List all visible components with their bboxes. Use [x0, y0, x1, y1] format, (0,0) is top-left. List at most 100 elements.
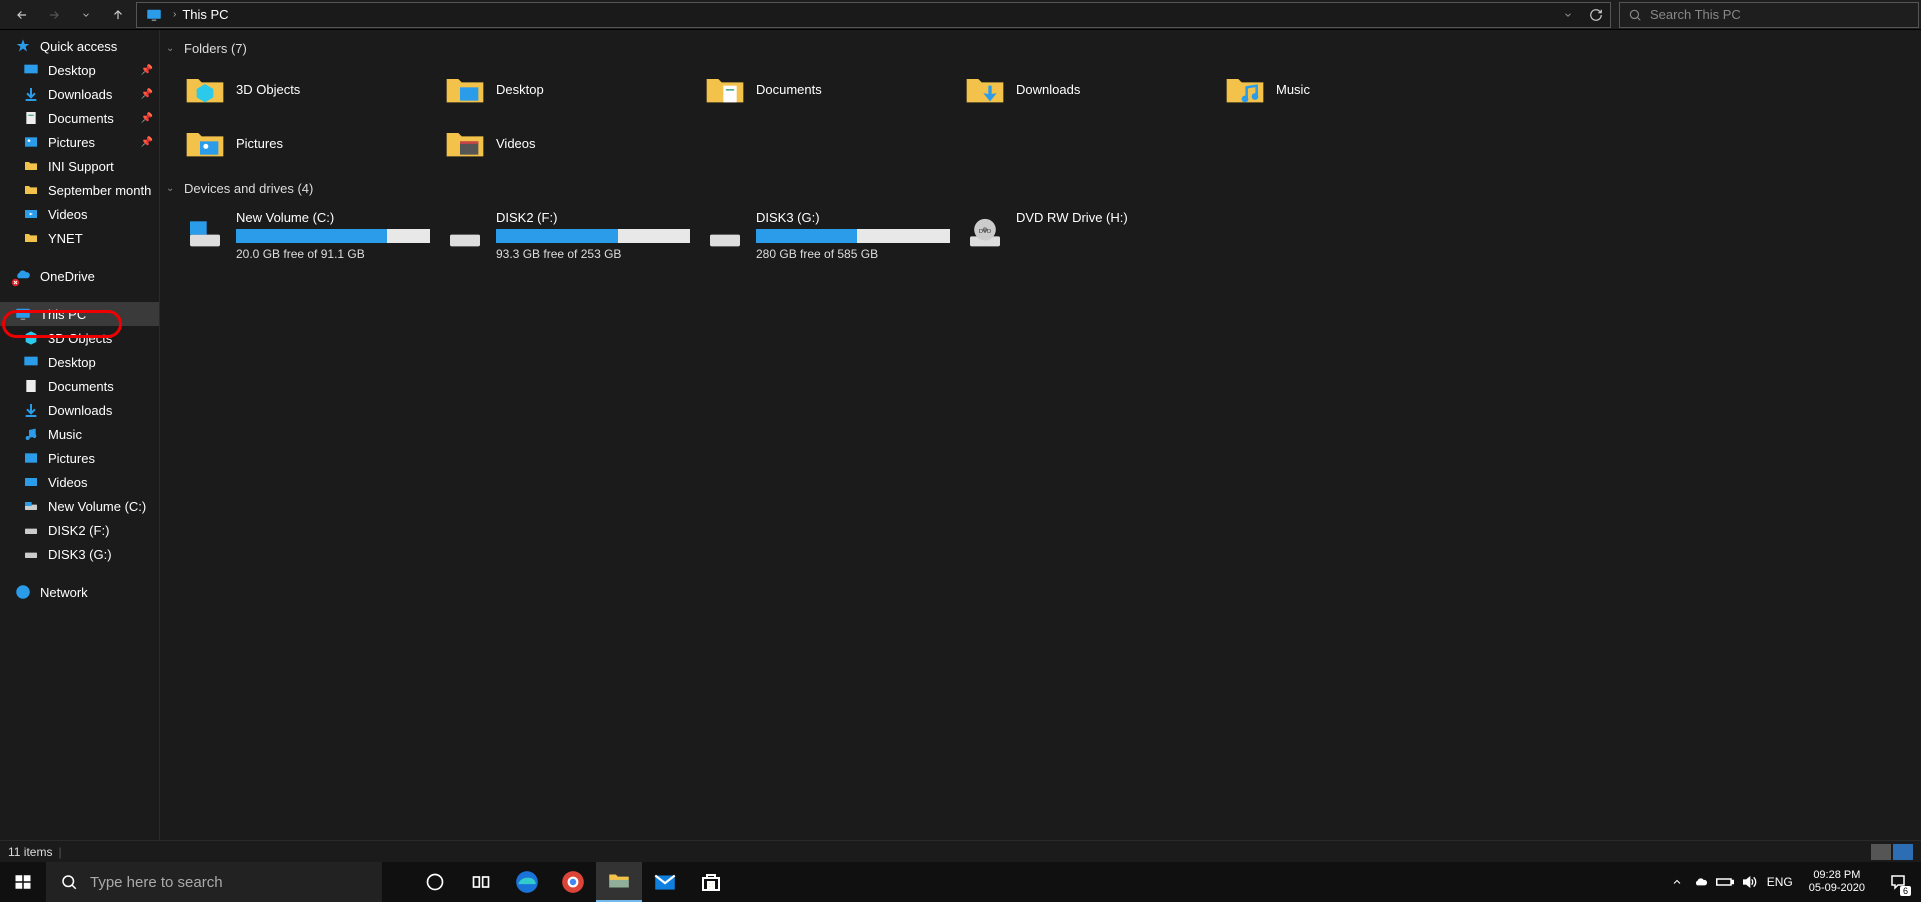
drive-usage-bar: [496, 229, 690, 243]
action-center-button[interactable]: 6: [1875, 862, 1921, 902]
folder-videos[interactable]: Videos: [438, 116, 696, 170]
sidebar-item-documents[interactable]: Documents 📌: [0, 106, 159, 130]
sidebar-item-drive-c[interactable]: New Volume (C:): [0, 494, 159, 518]
sidebar-item-label: 3D Objects: [48, 331, 112, 346]
sidebar-item-downloads[interactable]: Downloads 📌: [0, 82, 159, 106]
sidebar-item-label: INI Support: [48, 159, 114, 174]
sidebar-item-videos-pc[interactable]: Videos: [0, 470, 159, 494]
breadcrumb-location[interactable]: This PC: [182, 7, 228, 22]
taskbar: Type here to search: [0, 862, 1921, 902]
folder-icon: [22, 229, 40, 247]
sidebar-quick-access[interactable]: Quick access: [0, 34, 159, 58]
svg-text:DVD: DVD: [979, 229, 991, 235]
sidebar-item-pictures[interactable]: Pictures 📌: [0, 130, 159, 154]
sidebar-item-desktop-pc[interactable]: Desktop: [0, 350, 159, 374]
sidebar-item-drive-g[interactable]: DISK3 (G:): [0, 542, 159, 566]
folder-label: Desktop: [496, 82, 544, 97]
documents-icon: [22, 377, 40, 395]
folder-pictures[interactable]: Pictures: [178, 116, 436, 170]
tray-battery[interactable]: [1713, 862, 1737, 902]
taskbar-app-chrome[interactable]: [550, 862, 596, 902]
folder-3d-objects[interactable]: 3D Objects: [178, 62, 436, 116]
address-dropdown-button[interactable]: [1554, 2, 1582, 28]
content-pane[interactable]: ⌄ Folders (7) 3D Objects Desktop Documen…: [160, 30, 1921, 840]
sidebar-item-pictures-pc[interactable]: Pictures: [0, 446, 159, 470]
folder-documents[interactable]: Documents: [698, 62, 956, 116]
drive-g[interactable]: DISK3 (G:) 280 GB free of 585 GB: [698, 202, 956, 266]
refresh-icon: [1589, 8, 1603, 22]
sidebar-item-drive-f[interactable]: DISK2 (F:): [0, 518, 159, 542]
taskbar-app-explorer[interactable]: [596, 862, 642, 902]
search-icon: [1628, 8, 1642, 22]
folder-icon: [184, 69, 226, 109]
folder-label: Downloads: [1016, 82, 1080, 97]
drive-f[interactable]: DISK2 (F:) 93.3 GB free of 253 GB: [438, 202, 696, 266]
drive-h[interactable]: DVD DVD RW Drive (H:): [958, 202, 1216, 266]
folder-downloads[interactable]: Downloads: [958, 62, 1216, 116]
sidebar-label: Quick access: [40, 39, 117, 54]
navigation-pane[interactable]: Quick access Desktop 📌 Downloads 📌 Docum…: [0, 30, 160, 840]
folder-icon: [22, 157, 40, 175]
sidebar-item-label: DISK2 (F:): [48, 523, 109, 538]
tray-volume[interactable]: [1737, 862, 1761, 902]
pin-icon: 📌: [141, 65, 153, 76]
sidebar-item-videos-qa[interactable]: Videos: [0, 202, 159, 226]
sidebar-item-3d-objects[interactable]: 3D Objects: [0, 326, 159, 350]
cortana-button[interactable]: [412, 862, 458, 902]
drive-usage-bar: [756, 229, 950, 243]
sidebar-item-label: Music: [48, 427, 82, 442]
folder-icon: [444, 123, 486, 163]
section-title: Folders (7): [184, 41, 247, 56]
videos-icon: [22, 473, 40, 491]
address-input[interactable]: › This PC: [136, 2, 1611, 28]
folder-desktop[interactable]: Desktop: [438, 62, 696, 116]
sidebar-item-documents-pc[interactable]: Documents: [0, 374, 159, 398]
taskbar-search[interactable]: Type here to search: [46, 862, 382, 902]
windows-icon: [14, 873, 32, 891]
sidebar-item-september[interactable]: September month: [0, 178, 159, 202]
view-details-button[interactable]: [1871, 844, 1891, 860]
folder-music[interactable]: Music: [1218, 62, 1476, 116]
tray-clock[interactable]: 09:28 PM 05-09-2020: [1799, 869, 1875, 895]
folder-icon: [1224, 69, 1266, 109]
drive-free-text: 93.3 GB free of 253 GB: [496, 247, 690, 261]
folder-label: Music: [1276, 82, 1310, 97]
drive-usage-bar: [236, 229, 430, 243]
sidebar-item-downloads-pc[interactable]: Downloads: [0, 398, 159, 422]
back-button[interactable]: [8, 2, 36, 28]
view-tiles-button[interactable]: [1893, 844, 1913, 860]
up-button[interactable]: [104, 2, 132, 28]
sidebar-item-label: Videos: [48, 475, 88, 490]
drive-free-text: 280 GB free of 585 GB: [756, 247, 950, 261]
folders-section-header[interactable]: ⌄ Folders (7): [160, 36, 1921, 60]
sidebar-this-pc[interactable]: This PC: [0, 302, 159, 326]
taskbar-app-mail[interactable]: [642, 862, 688, 902]
sidebar-onedrive[interactable]: OneDrive: [0, 264, 159, 288]
forward-button[interactable]: [40, 2, 68, 28]
tray-overflow-button[interactable]: [1665, 862, 1689, 902]
pin-icon: 📌: [141, 137, 153, 148]
sidebar-item-ini-support[interactable]: INI Support: [0, 154, 159, 178]
sidebar-label: OneDrive: [40, 269, 95, 284]
drive-name: DVD RW Drive (H:): [1016, 210, 1210, 225]
sidebar-network[interactable]: Network: [0, 580, 159, 604]
section-title: Devices and drives (4): [184, 181, 313, 196]
start-button[interactable]: [0, 862, 46, 902]
search-box[interactable]: Search This PC: [1619, 2, 1919, 28]
drives-section-header[interactable]: ⌄ Devices and drives (4): [160, 176, 1921, 200]
recent-dropdown-button[interactable]: [72, 2, 100, 28]
sidebar-item-ynet[interactable]: YNET: [0, 226, 159, 250]
sidebar-label: This PC: [40, 307, 86, 322]
taskbar-app-store[interactable]: [688, 862, 734, 902]
circle-icon: [425, 872, 445, 892]
tray-onedrive[interactable]: [1689, 862, 1713, 902]
sidebar-item-label: Documents: [48, 379, 114, 394]
sidebar-item-music[interactable]: Music: [0, 422, 159, 446]
task-view-button[interactable]: [458, 862, 504, 902]
refresh-button[interactable]: [1582, 2, 1610, 28]
sidebar-item-desktop[interactable]: Desktop 📌: [0, 58, 159, 82]
sidebar-item-label: YNET: [48, 231, 83, 246]
drive-c[interactable]: New Volume (C:) 20.0 GB free of 91.1 GB: [178, 202, 436, 266]
taskbar-app-edge[interactable]: [504, 862, 550, 902]
tray-language[interactable]: ENG: [1761, 875, 1799, 889]
